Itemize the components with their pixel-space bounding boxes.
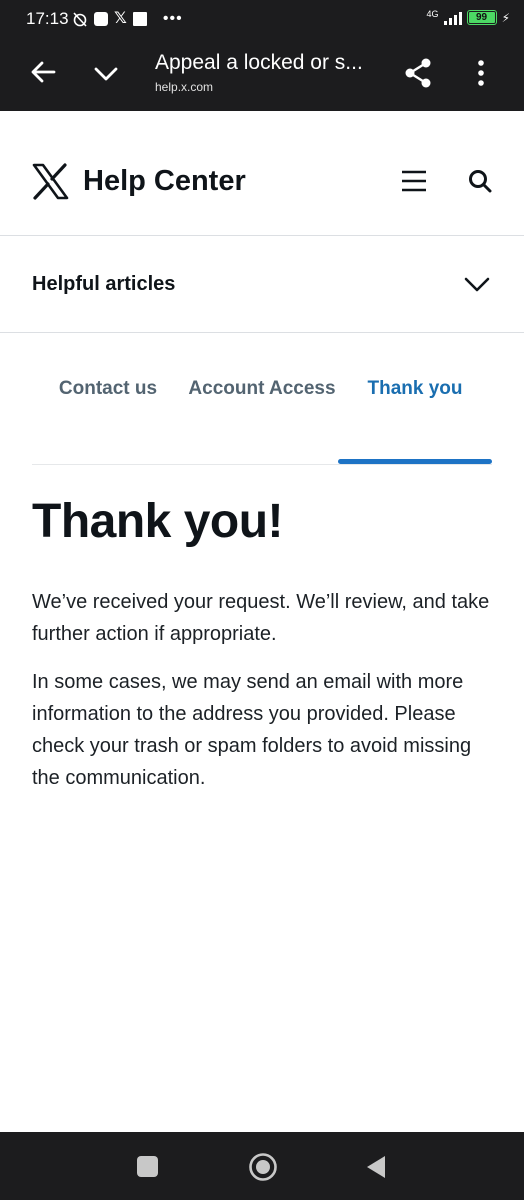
page-title: Thank you! — [32, 495, 284, 548]
nav-back-icon[interactable] — [364, 1154, 388, 1180]
chevron-down-icon — [464, 277, 490, 292]
progress-steps: Contact us Account Access Thank you — [32, 373, 492, 465]
system-nav-bar — [0, 1132, 524, 1200]
step-account-access[interactable]: Account Access — [187, 373, 337, 405]
site-header: Help Center — [0, 111, 524, 236]
recents-icon[interactable] — [137, 1156, 158, 1177]
alarm-off-icon — [73, 12, 87, 27]
back-arrow-icon[interactable] — [28, 56, 60, 88]
status-time: 17:13 — [26, 9, 69, 28]
x-notification-icon: 𝕏 — [114, 10, 127, 27]
more-vert-icon[interactable] — [470, 58, 492, 88]
confirmation-paragraph: We’ve received your request. We’ll revie… — [32, 591, 490, 645]
active-step-indicator — [338, 459, 492, 464]
step-contact-us[interactable]: Contact us — [33, 373, 183, 405]
email-info-paragraph: In some cases, we may send an email with… — [32, 671, 472, 789]
page-tab-title[interactable]: Appeal a locked or s... — [155, 51, 363, 75]
status-bar: 17:13 𝕏 ••• 4G 99 ⚡ — [0, 0, 524, 38]
home-icon[interactable] — [248, 1152, 278, 1182]
help-center-title[interactable]: Help Center — [83, 165, 246, 198]
more-notifications-icon: ••• — [162, 10, 183, 27]
helpful-articles-dropdown[interactable]: Helpful articles — [0, 236, 524, 333]
step-thank-you[interactable]: Thank you — [340, 373, 490, 405]
network-type: 4G — [426, 9, 439, 19]
browser-toolbar: Appeal a locked or s... help.x.com — [0, 38, 524, 111]
helpful-articles-label: Helpful articles — [32, 273, 176, 295]
battery-level: 99 — [468, 12, 495, 23]
status-right: 4G 99 ⚡ — [427, 10, 510, 25]
share-icon[interactable] — [402, 56, 434, 90]
page-url[interactable]: help.x.com — [155, 80, 213, 94]
app-notification-icon — [94, 12, 108, 26]
x-logo-icon[interactable] — [32, 163, 69, 200]
charging-icon: ⚡ — [501, 10, 510, 25]
search-icon[interactable] — [468, 169, 492, 193]
signal-icon — [443, 11, 462, 25]
battery-icon: 99 — [466, 10, 497, 25]
notification-icons: 𝕏 ••• — [72, 10, 183, 28]
menu-icon[interactable] — [401, 170, 427, 192]
chevron-down-icon[interactable] — [90, 58, 122, 90]
gallery-notification-icon — [132, 12, 147, 26]
